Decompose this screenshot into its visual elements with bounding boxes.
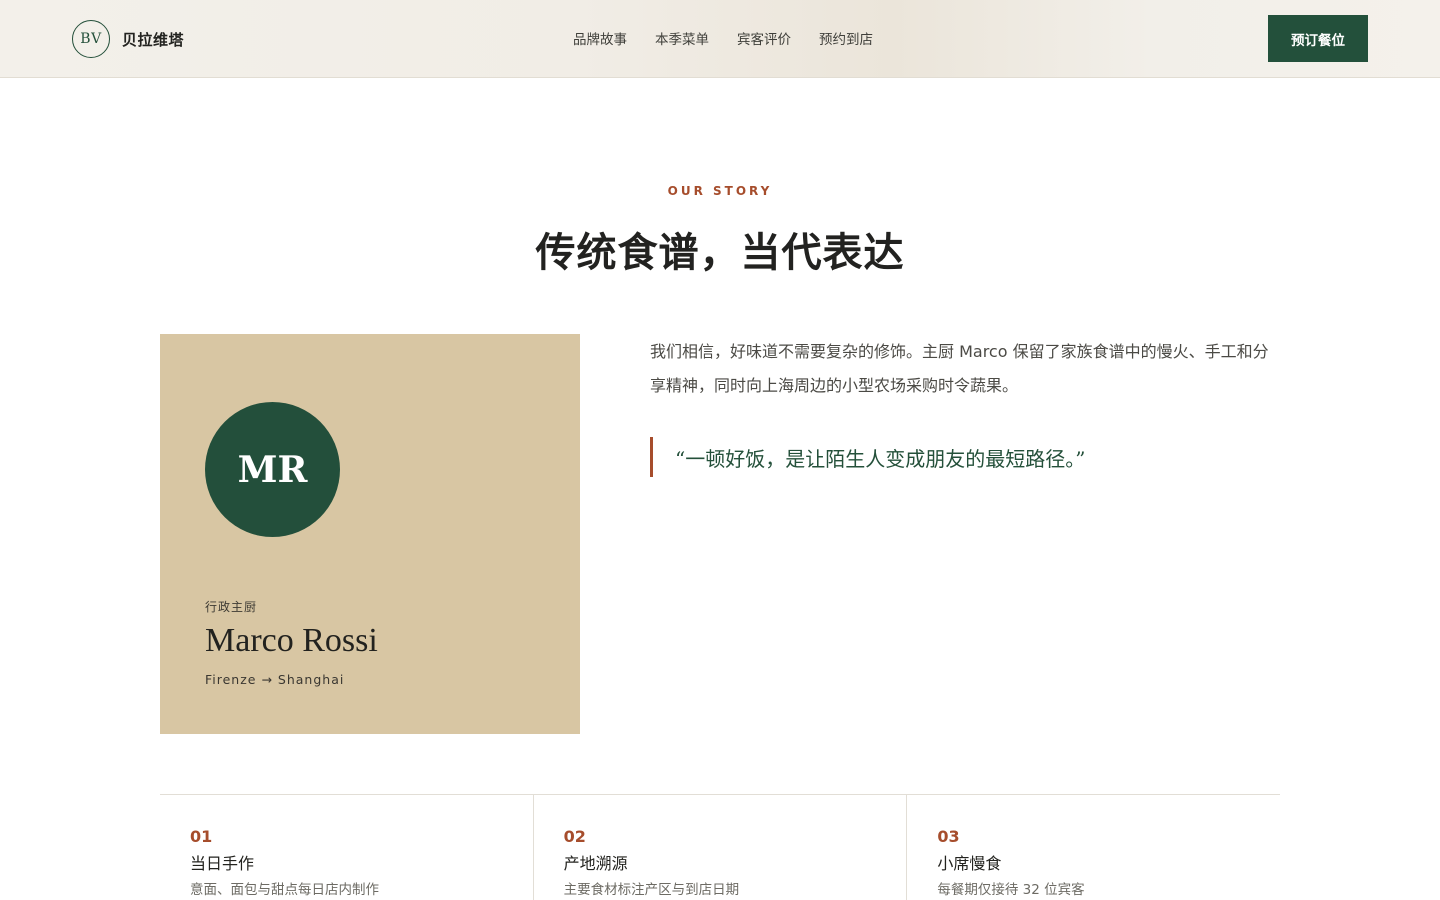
quote-text: “一顿好饭，是让陌生人变成朋友的最短路径。” (675, 446, 1086, 471)
feature-description: 每餐期仅接待 32 位宾客 (937, 882, 1085, 898)
feature-item: 02 产地溯源 主要食材标注产区与到店日期 (532, 795, 907, 900)
feature-item: 01 当日手作 意面、面包与甜点每日店内制作 (160, 795, 533, 900)
reserve-table-button[interactable]: 预订餐位 (1268, 15, 1368, 62)
site-header: BV 贝拉维塔 品牌故事 本季菜单 宾客评价 预约到店 预订餐位 (0, 0, 1440, 78)
feature-number: 03 (937, 827, 960, 846)
feature-item: 03 小席慢食 每餐期仅接待 32 位宾客 (906, 795, 1280, 900)
feature-number: 01 (190, 827, 213, 846)
chef-name: Marco Rossi (205, 622, 378, 659)
nav-item-season-menu[interactable]: 本季菜单 (655, 28, 709, 48)
nav-item-reviews[interactable]: 宾客评价 (737, 28, 791, 48)
brand-name: 贝拉维塔 (122, 30, 185, 49)
feature-title: 产地溯源 (563, 854, 628, 873)
story-paragraph: 我们相信，好味道不需要复杂的修饰。主厨 Marco 保留了家族食谱中的慢火、手工… (650, 342, 1269, 395)
chef-quote: “一顿好饭，是让陌生人变成朋友的最短路径。” (650, 437, 1280, 477)
feature-number: 02 (563, 827, 586, 846)
section-eyebrow: OUR STORY (667, 184, 773, 198)
main-nav: 品牌故事 本季菜单 宾客评价 预约到店 (573, 28, 901, 48)
feature-title: 小席慢食 (937, 854, 1002, 873)
section-title: 传统食谱，当代表达 (535, 229, 905, 276)
chef-role: 行政主厨 (205, 600, 258, 614)
nav-item-visit[interactable]: 预约到店 (819, 28, 873, 48)
feature-title: 当日手作 (190, 854, 255, 873)
nav-item-brand-story[interactable]: 品牌故事 (573, 28, 627, 48)
feature-description: 意面、面包与甜点每日店内制作 (190, 882, 379, 898)
brand-logo[interactable]: BV 贝拉维塔 (72, 19, 184, 59)
logo-mark: BV (72, 20, 110, 58)
feature-description: 主要食材标注产区与到店日期 (563, 882, 740, 898)
chef-card: MR 行政主厨 Marco Rossi Firenze → Shanghai (160, 334, 580, 734)
feature-strip: 01 当日手作 意面、面包与甜点每日店内制作 02 产地溯源 主要食材标注产区与… (160, 794, 1280, 900)
chef-avatar: MR (205, 402, 340, 537)
chef-route: Firenze → Shanghai (205, 672, 345, 687)
